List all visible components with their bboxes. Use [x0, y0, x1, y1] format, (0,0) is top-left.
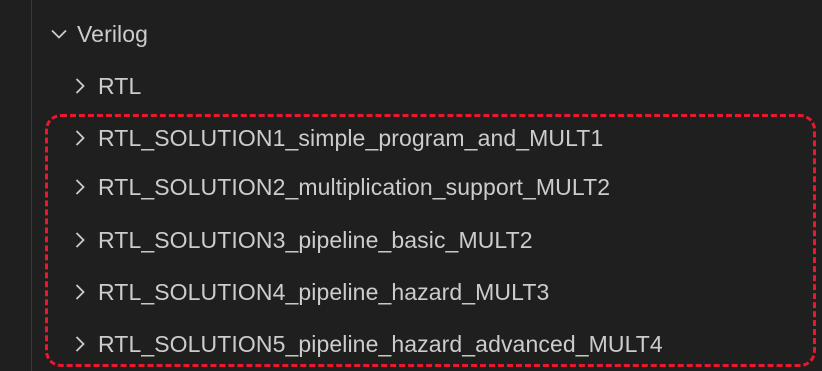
folder-label: RTL_SOLUTION3_pipeline_basic_MULT2: [98, 226, 533, 253]
folder-verilog[interactable]: Verilog: [0, 11, 822, 57]
folder-rtl-solution5[interactable]: RTL_SOLUTION5_pipeline_hazard_advanced_M…: [0, 321, 822, 367]
folder-label: RTL_SOLUTION1_simple_program_and_MULT1: [98, 124, 604, 151]
chevron-down-icon: [49, 22, 69, 46]
chevron-right-icon: [70, 280, 90, 304]
file-explorer: Verilog RTL RTL_SOLUTION1_simple_program…: [0, 0, 822, 371]
folder-rtl-solution2[interactable]: RTL_SOLUTION2_multiplication_support_MUL…: [0, 164, 822, 210]
chevron-right-icon: [70, 228, 90, 252]
folder-label: RTL_SOLUTION4_pipeline_hazard_MULT3: [98, 278, 550, 305]
folder-label: RTL: [98, 72, 142, 99]
chevron-right-icon: [70, 175, 90, 199]
chevron-right-icon: [70, 74, 90, 98]
folder-label: RTL_SOLUTION5_pipeline_hazard_advanced_M…: [98, 330, 663, 357]
folder-rtl-solution3[interactable]: RTL_SOLUTION3_pipeline_basic_MULT2: [0, 217, 822, 263]
chevron-right-icon: [70, 332, 90, 356]
chevron-right-icon: [70, 126, 90, 150]
folder-rtl-solution4[interactable]: RTL_SOLUTION4_pipeline_hazard_MULT3: [0, 269, 822, 315]
folder-rtl-solution1[interactable]: RTL_SOLUTION1_simple_program_and_MULT1: [0, 115, 822, 161]
folder-label: Verilog: [77, 20, 149, 47]
folder-rtl[interactable]: RTL: [0, 63, 822, 109]
folder-label: RTL_SOLUTION2_multiplication_support_MUL…: [98, 173, 611, 200]
